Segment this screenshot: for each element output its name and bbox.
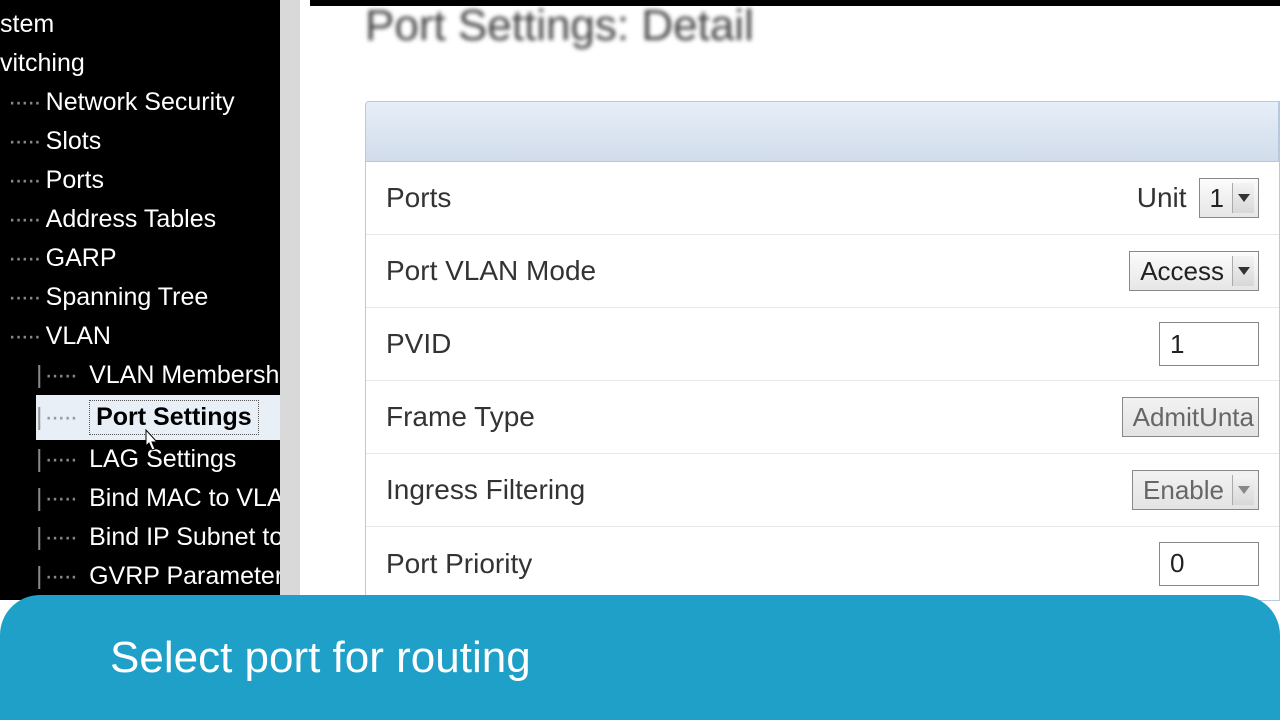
row-port-priority: Port Priority 0 xyxy=(366,527,1279,600)
page-title: Port Settings: Detail xyxy=(365,1,1280,51)
sidebar-item-security[interactable]: ·····Network Security xyxy=(0,83,300,122)
label-port-vlan-mode: Port VLAN Mode xyxy=(386,255,596,287)
tree-item[interactable]: stem xyxy=(0,5,300,44)
label-pvid: PVID xyxy=(386,328,451,360)
sidebar-item-vlan-membership[interactable]: |····· VLAN Membership xyxy=(36,356,300,395)
sidebar-item-slots[interactable]: ·····Slots xyxy=(0,122,300,161)
label-ports: Ports xyxy=(386,182,451,214)
sidebar-item-address-tables[interactable]: ·····Address Tables xyxy=(0,200,300,239)
row-ingress-filtering: Ingress Filtering Enable xyxy=(366,454,1279,527)
chevron-down-icon xyxy=(1232,475,1254,505)
input-port-priority[interactable]: 0 xyxy=(1159,542,1259,586)
select-port-vlan-mode[interactable]: Access xyxy=(1129,251,1259,291)
sidebar: stem vitching ·····Network Security ····… xyxy=(0,0,300,600)
sidebar-item-garp[interactable]: ·····GARP xyxy=(0,239,300,278)
main-content: Port Settings: Detail Ports Unit 1 Port … xyxy=(310,0,1280,600)
panel-header xyxy=(366,102,1279,162)
sidebar-item-gvrp[interactable]: |····· GVRP Parameters xyxy=(36,557,300,596)
select-ingress-filtering: Enable xyxy=(1132,470,1259,510)
sidebar-item-lag-settings[interactable]: |····· LAG Settings xyxy=(36,440,300,479)
chevron-down-icon xyxy=(1232,256,1254,286)
row-port-vlan-mode: Port VLAN Mode Access xyxy=(366,235,1279,308)
sidebar-item-bind-ip[interactable]: |····· Bind IP Subnet to V xyxy=(36,518,300,557)
sidebar-item-bind-mac[interactable]: |····· Bind MAC to VLAN xyxy=(36,479,300,518)
row-frame-type: Frame Type AdmitUnta xyxy=(366,381,1279,454)
scrollbar[interactable] xyxy=(280,0,300,600)
chevron-down-icon xyxy=(1232,183,1254,213)
unit-label: Unit xyxy=(1137,182,1187,214)
tree-item[interactable]: vitching xyxy=(0,44,300,83)
sidebar-item-spanning-tree[interactable]: ·····Spanning Tree xyxy=(0,278,300,317)
select-frame-type: AdmitUnta xyxy=(1122,397,1259,437)
instruction-banner: Select port for routing xyxy=(0,595,1280,720)
banner-text: Select port for routing xyxy=(110,633,531,683)
label-frame-type: Frame Type xyxy=(386,401,535,433)
row-pvid: PVID 1 xyxy=(366,308,1279,381)
form-panel: Ports Unit 1 Port VLAN Mode Access PVID xyxy=(365,101,1280,601)
label-ingress-filtering: Ingress Filtering xyxy=(386,474,585,506)
sidebar-item-port-settings[interactable]: |····· Port Settings xyxy=(36,395,280,440)
sidebar-item-ports[interactable]: ·····Ports xyxy=(0,161,300,200)
label-port-priority: Port Priority xyxy=(386,548,532,580)
input-pvid[interactable]: 1 xyxy=(1159,322,1259,366)
select-unit[interactable]: 1 xyxy=(1199,178,1259,218)
row-ports: Ports Unit 1 xyxy=(366,162,1279,235)
sidebar-item-vlan[interactable]: ·····VLAN xyxy=(0,317,300,356)
